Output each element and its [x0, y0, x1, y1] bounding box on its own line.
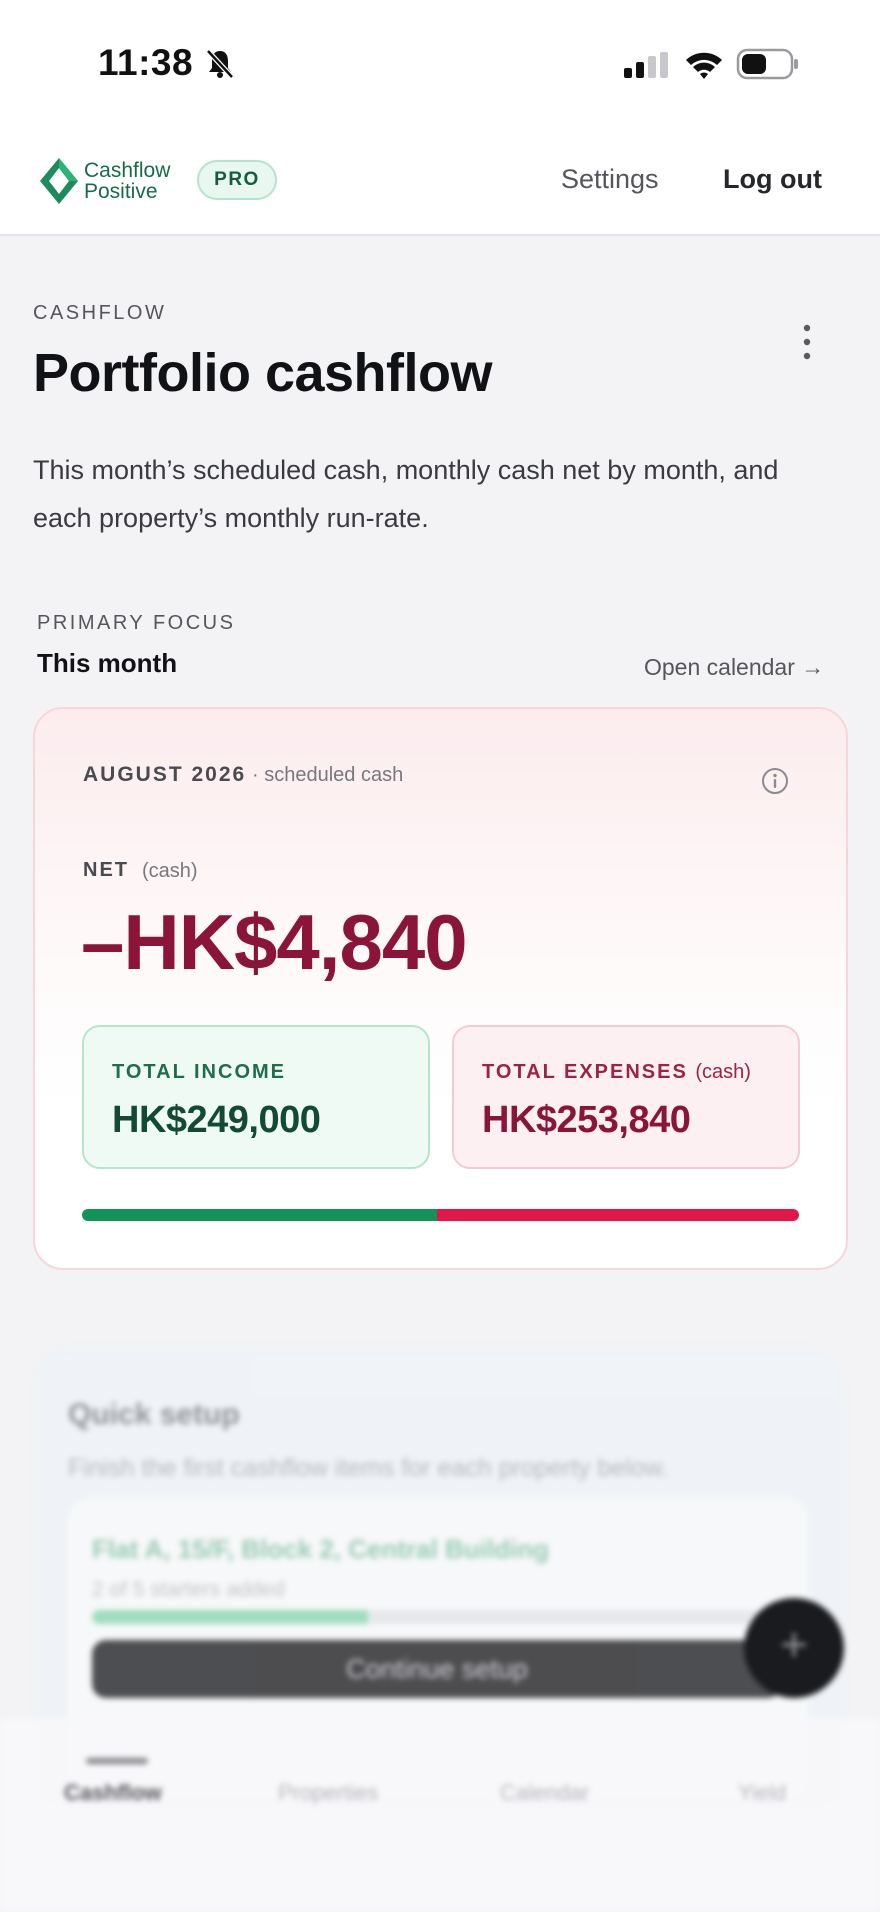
status-time: 11:38 — [98, 42, 194, 83]
more-options-icon[interactable] — [799, 322, 815, 362]
section-title: This month — [37, 648, 178, 678]
month-cash-card: AUGUST 2026 · scheduled cash NET (cash) … — [33, 707, 848, 1270]
active-tab-indicator — [86, 1758, 148, 1764]
settings-link[interactable]: Settings — [561, 164, 659, 195]
tab-calendar[interactable]: Calendar — [500, 1780, 589, 1806]
blurred-background-content: Quick setup Finish the first cashflow it… — [0, 1320, 880, 1912]
app-header: Cashflow Positive PRO Settings Log out — [0, 128, 880, 236]
income-share-bar — [82, 1209, 437, 1221]
total-income-value: HK$249,000 — [112, 1099, 321, 1141]
tab-cashflow[interactable]: Cashflow — [64, 1780, 162, 1806]
setup-progress-fill — [92, 1610, 368, 1624]
info-icon[interactable] — [761, 767, 789, 795]
quick-setup-description: Finish the first cashflow items for each… — [68, 1454, 669, 1482]
total-income-box: TOTAL INCOME HK$249,000 — [82, 1025, 430, 1169]
net-value: –HK$4,840 — [81, 898, 468, 986]
total-expenses-label-wrap: TOTAL EXPENSES (cash) — [482, 1061, 751, 1084]
open-calendar-link[interactable]: Open calendar → — [644, 654, 824, 681]
card-month: AUGUST 2026 — [83, 763, 247, 786]
total-expenses-note: (cash) — [695, 1061, 751, 1083]
net-label: NET — [83, 859, 129, 881]
total-income-label: TOTAL INCOME — [112, 1061, 286, 1083]
tab-yield[interactable]: Yield — [738, 1780, 786, 1806]
income-expense-split-bar — [82, 1209, 799, 1221]
logo-line-1: Cashflow — [84, 159, 171, 182]
pro-badge: PRO — [197, 160, 277, 200]
total-expenses-label: TOTAL EXPENSES — [482, 1061, 688, 1083]
wifi-icon — [686, 52, 722, 79]
status-bar: 11:38 — [0, 0, 880, 128]
bottom-tab-bar: Cashflow Properties Calendar Yield — [0, 1718, 880, 1912]
add-button[interactable]: + — [744, 1598, 844, 1698]
section-eyebrow: PRIMARY FOCUS — [37, 612, 236, 634]
logout-link[interactable]: Log out — [723, 164, 822, 195]
continue-setup-button[interactable]: Continue setup — [92, 1640, 782, 1698]
total-expenses-value: HK$253,840 — [482, 1099, 691, 1141]
quick-setup-title: Quick setup — [68, 1398, 240, 1431]
logo-line-2: Positive — [84, 180, 158, 203]
net-note: (cash) — [142, 860, 198, 882]
logo-icon — [40, 158, 78, 204]
total-expenses-box: TOTAL EXPENSES (cash) HK$253,840 — [452, 1025, 800, 1169]
setup-progress-text: 2 of 5 starters added — [92, 1578, 285, 1601]
expense-share-bar — [436, 1209, 799, 1221]
page-title: Portfolio cashflow — [33, 343, 493, 403]
bell-slash-icon — [206, 49, 234, 79]
logo-wordmark[interactable]: Cashflow Positive — [84, 160, 170, 202]
page-description: This month’s scheduled cash, monthly cas… — [33, 455, 779, 533]
battery-icon — [736, 48, 798, 80]
card-month-note: · scheduled cash — [252, 764, 404, 786]
tab-properties[interactable]: Properties — [278, 1780, 378, 1806]
setup-progress-bar — [92, 1610, 782, 1624]
plus-icon: + — [779, 1619, 809, 1672]
property-name[interactable]: Flat A, 15/F, Block 2, Central Building — [92, 1534, 549, 1565]
cellular-signal-icon — [624, 52, 668, 78]
page-eyebrow: CASHFLOW — [33, 302, 167, 324]
